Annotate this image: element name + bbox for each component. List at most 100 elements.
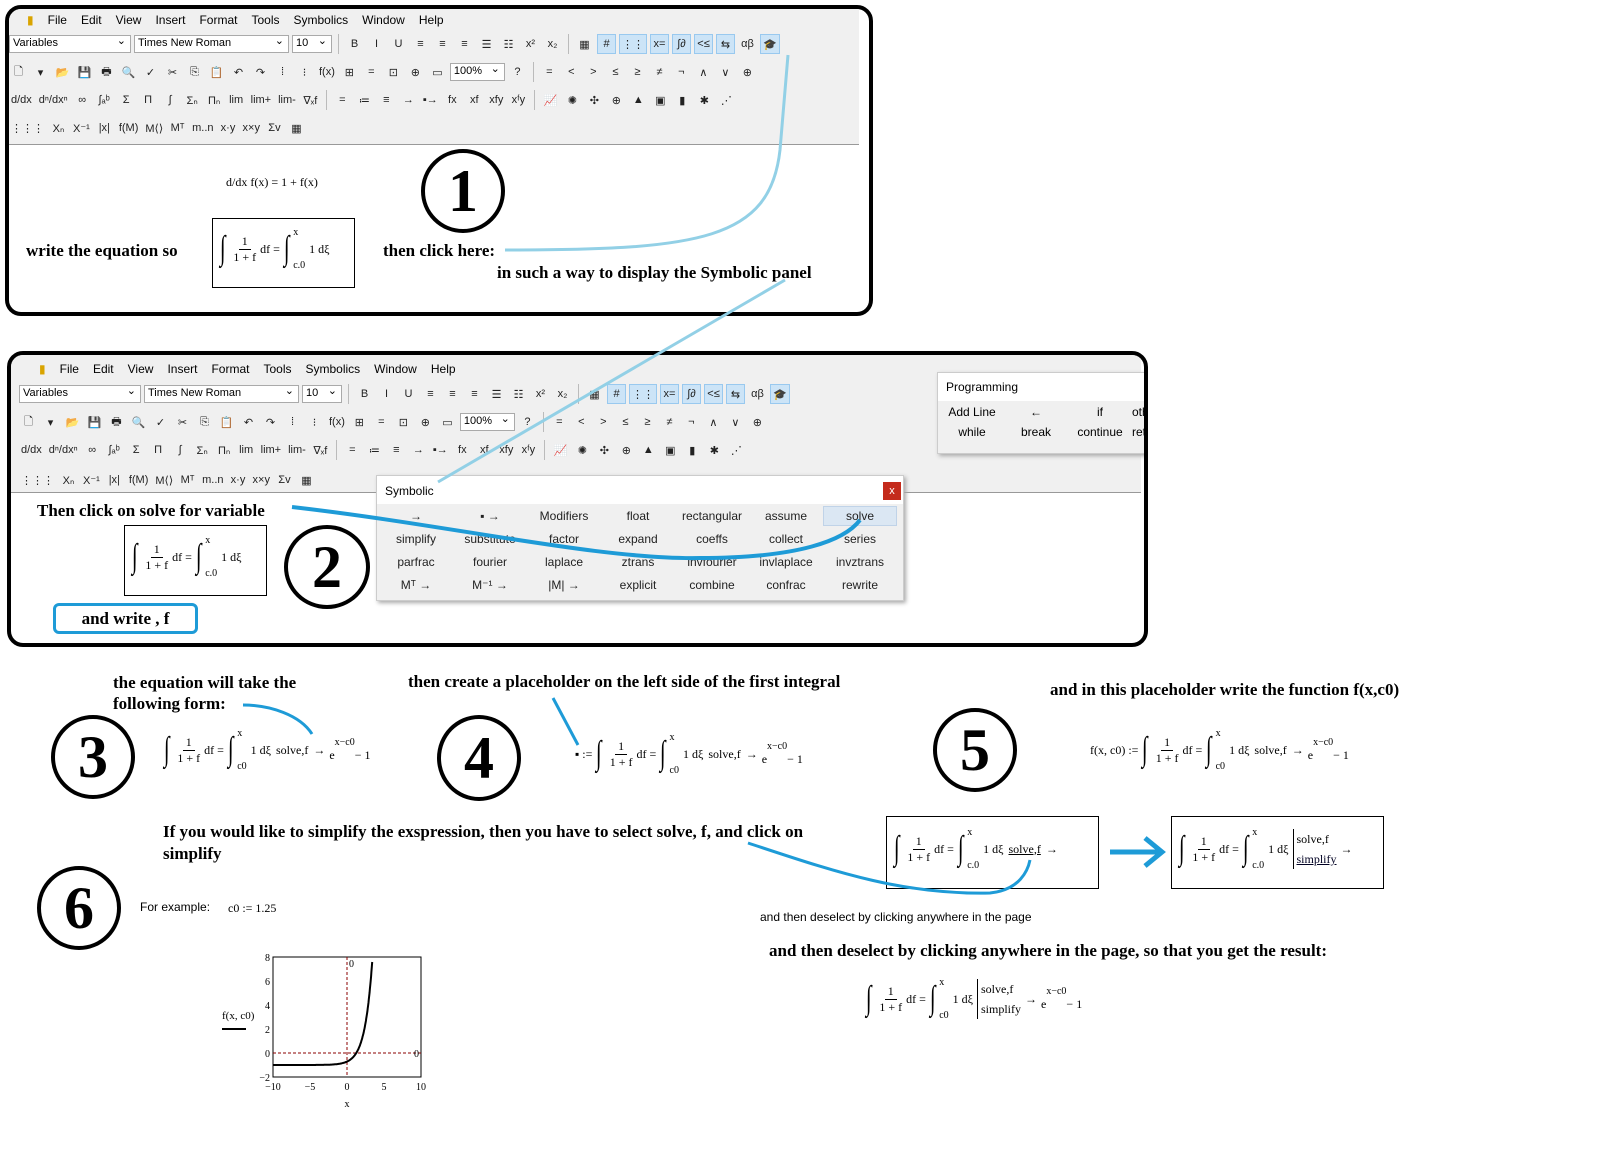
toolbar-button[interactable]: ▾ bbox=[41, 412, 60, 432]
toolbar-button[interactable]: ↷ bbox=[251, 62, 270, 82]
keyword-stack[interactable]: solve,f simplify bbox=[1292, 829, 1337, 869]
keyword-solve[interactable]: solve,f bbox=[276, 743, 308, 758]
toolbar-button[interactable]: ⋮⋮⋮ bbox=[19, 470, 56, 490]
menu-format[interactable]: Format bbox=[199, 13, 237, 27]
toolbar-button[interactable]: ▭ bbox=[428, 62, 447, 82]
font-size-select[interactable]: 10 bbox=[302, 384, 342, 403]
toolbar-button[interactable]: 🖶 bbox=[97, 62, 116, 82]
toolbar-button[interactable]: ✣ bbox=[595, 440, 614, 460]
toolbar-button[interactable]: |x| bbox=[95, 118, 114, 138]
toolbar-button[interactable]: = bbox=[343, 440, 362, 460]
toolbar-button[interactable]: > bbox=[594, 412, 613, 432]
toolbar-button[interactable]: ∞ bbox=[73, 90, 92, 110]
toolbar-button[interactable]: ⎘ bbox=[195, 412, 214, 432]
toolbar-button[interactable]: ✱ bbox=[695, 90, 714, 110]
toolbar-button[interactable]: ≔ bbox=[365, 440, 384, 460]
toolbar-button[interactable]: ∧ bbox=[704, 412, 723, 432]
toolbar-button[interactable]: ∇ₓf bbox=[311, 440, 330, 460]
toolbar-button[interactable]: ▮ bbox=[683, 440, 702, 460]
menu-file[interactable]: File bbox=[48, 13, 67, 27]
symbolic-eval0[interactable]: → bbox=[379, 506, 453, 526]
toolbar-button[interactable]: f(x) bbox=[317, 62, 337, 82]
toolbar-button[interactable]: # bbox=[607, 384, 626, 404]
toolbar-button[interactable]: = bbox=[550, 412, 569, 432]
toolbar-button[interactable]: ⊕ bbox=[748, 412, 767, 432]
integral-equation[interactable]: ∫ 1 1 + f df = ∫ x c.0 1 dξ bbox=[216, 227, 330, 271]
font-select[interactable]: Times New Roman bbox=[134, 34, 289, 53]
toolbar-button[interactable]: Πₙ bbox=[205, 90, 224, 110]
toolbar-button[interactable]: M⟨⟩ bbox=[143, 118, 165, 138]
toolbar-button[interactable]: → bbox=[399, 90, 418, 110]
toolbar-button[interactable]: Mᵀ bbox=[178, 470, 197, 490]
toolbar-button[interactable]: ✺ bbox=[563, 90, 582, 110]
menu-view[interactable]: View bbox=[128, 362, 154, 376]
toolbar-button[interactable]: dⁿ/dxⁿ bbox=[47, 440, 80, 460]
help-button[interactable]: ? bbox=[508, 62, 527, 82]
toolbar-button[interactable]: B bbox=[345, 34, 364, 54]
symbolic-m[interactable]: |M| → bbox=[527, 575, 601, 595]
toolbar-button[interactable]: ▣ bbox=[651, 90, 670, 110]
toolbar-button[interactable]: 📋 bbox=[217, 412, 236, 432]
toolbar-button[interactable]: x·y bbox=[219, 118, 238, 138]
menu-edit[interactable]: Edit bbox=[93, 362, 114, 376]
zoom-select[interactable]: 100% bbox=[459, 412, 515, 431]
toolbar-button[interactable]: ▦ bbox=[585, 384, 604, 404]
toolbar-button[interactable]: ∫∂ bbox=[672, 34, 691, 54]
example-definition[interactable]: c0 := 1.25 bbox=[228, 901, 276, 916]
toolbar-button[interactable]: lim- bbox=[286, 440, 308, 460]
toolbar-button[interactable]: < bbox=[572, 412, 591, 432]
toolbar-button[interactable]: ≥ bbox=[638, 412, 657, 432]
keyword-solve[interactable]: solve,f bbox=[1254, 743, 1286, 758]
toolbar-button[interactable]: x² bbox=[531, 384, 550, 404]
toolbar-button[interactable]: Π bbox=[149, 440, 168, 460]
toolbar-button[interactable]: ▦ bbox=[287, 118, 306, 138]
toolbar-button[interactable]: ≡ bbox=[455, 34, 474, 54]
toolbar-button[interactable]: ↷ bbox=[261, 412, 280, 432]
toolbar-button[interactable]: ≔ bbox=[355, 90, 374, 110]
toolbar-button[interactable]: ⇆ bbox=[726, 384, 745, 404]
toolbar-button[interactable]: 📋 bbox=[207, 62, 226, 82]
toolbar-button[interactable]: ⇆ bbox=[716, 34, 735, 54]
toolbar-button[interactable]: Xₙ bbox=[49, 118, 68, 138]
function-lhs[interactable]: f(x, c0) := bbox=[1090, 743, 1138, 758]
toolbar-button[interactable]: = bbox=[540, 62, 559, 82]
toolbar-button[interactable]: ▭ bbox=[438, 412, 457, 432]
toolbar-button[interactable]: ∞ bbox=[83, 440, 102, 460]
toolbar-button[interactable]: ≠ bbox=[650, 62, 669, 82]
toolbar-button[interactable]: ¬ bbox=[672, 62, 691, 82]
toolbar-button[interactable]: = bbox=[333, 90, 352, 110]
symbolic-m[interactable]: M⁻¹ → bbox=[453, 575, 527, 595]
toolbar-button[interactable]: 📂 bbox=[63, 412, 82, 432]
toolbar-button[interactable]: > bbox=[584, 62, 603, 82]
toolbar-button[interactable]: ⋰ bbox=[727, 440, 746, 460]
toolbar-button[interactable]: ≥ bbox=[628, 62, 647, 82]
symbolic-laplace[interactable]: laplace bbox=[527, 552, 601, 572]
toolbar-button[interactable]: ▲ bbox=[629, 90, 648, 110]
toolbar-button[interactable]: xf bbox=[465, 90, 484, 110]
symbolic-coeffs[interactable]: coeffs bbox=[675, 529, 749, 549]
toolbar-button[interactable]: ⊡ bbox=[394, 412, 413, 432]
symbolic-series[interactable]: series bbox=[823, 529, 897, 549]
help-button[interactable]: ? bbox=[518, 412, 537, 432]
toolbar-button[interactable]: ✓ bbox=[141, 62, 160, 82]
toolbar-button[interactable]: Π bbox=[139, 90, 158, 110]
toolbar-button[interactable]: m..n bbox=[190, 118, 215, 138]
symbolic-combine[interactable]: combine bbox=[675, 575, 749, 595]
toolbar-button[interactable]: xf bbox=[475, 440, 494, 460]
symbolic-factor[interactable]: factor bbox=[527, 529, 601, 549]
toolbar-button[interactable]: U bbox=[389, 34, 408, 54]
toolbar-button[interactable]: f(x) bbox=[327, 412, 347, 432]
toolbar-button[interactable]: ∫ bbox=[171, 440, 190, 460]
menu-insert[interactable]: Insert bbox=[167, 362, 197, 376]
toolbar-button[interactable]: ≠ bbox=[660, 412, 679, 432]
toolbar-button[interactable]: ≡ bbox=[465, 384, 484, 404]
toolbar-button[interactable]: ✣ bbox=[585, 90, 604, 110]
toolbar-button[interactable]: Σₙ bbox=[193, 440, 212, 460]
menu-help[interactable]: Help bbox=[431, 362, 456, 376]
selected-solve-expression[interactable]: ∫ 1 1 + f df = ∫ x c.0 1 dξ solve,f → bbox=[890, 827, 1058, 871]
toolbar-button[interactable]: x₂ bbox=[553, 384, 572, 404]
integral-equation[interactable]: ∫ 1 1 + f df = ∫ x c.0 1 dξ bbox=[128, 535, 242, 579]
menu-file[interactable]: File bbox=[60, 362, 79, 376]
toolbar-button[interactable]: = bbox=[362, 62, 381, 82]
menu-symbolics[interactable]: Symbolics bbox=[305, 362, 360, 376]
